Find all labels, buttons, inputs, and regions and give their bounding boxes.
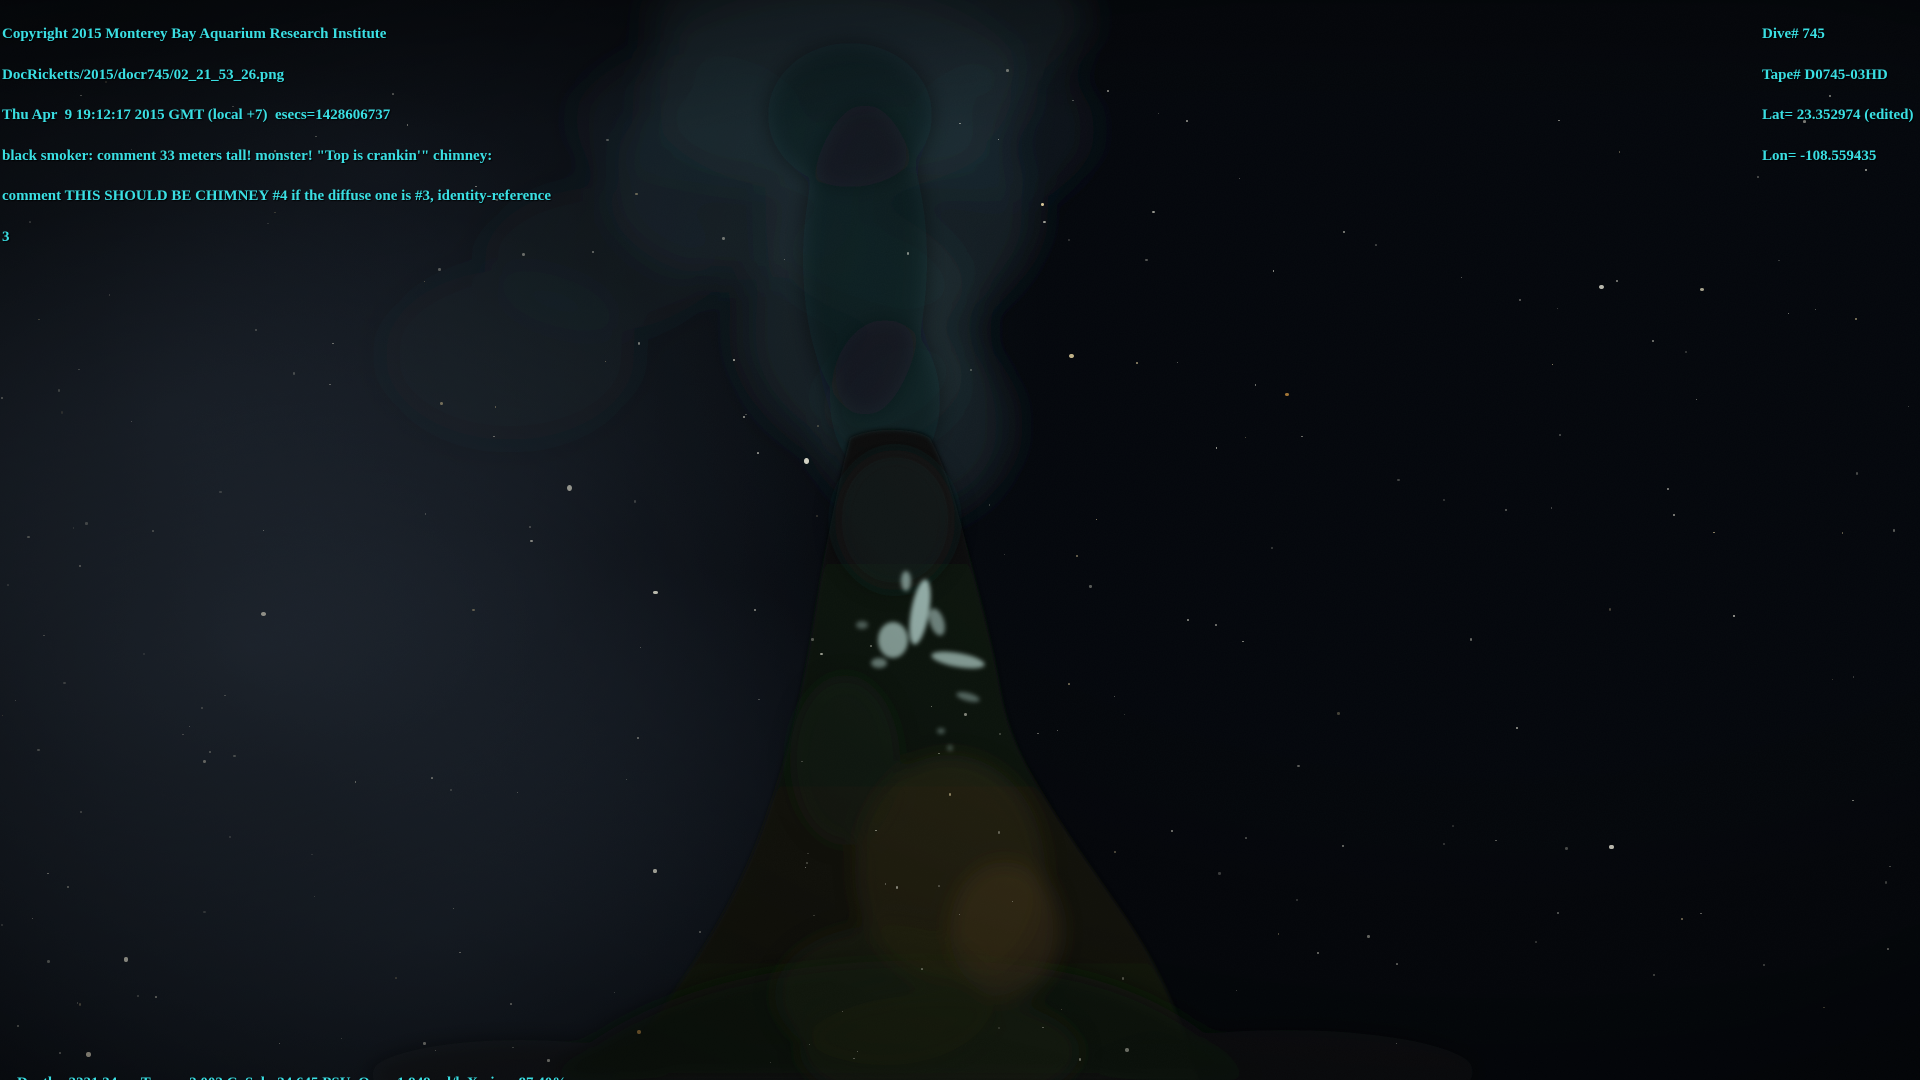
timestamp-line: Thu Apr 9 19:12:17 2015 GMT (local +7) e… [2,109,551,123]
copyright-line: Copyright 2015 Monterey Bay Aquarium Res… [2,28,551,42]
overlay-top-left: Copyright 2015 Monterey Bay Aquarium Res… [2,1,551,271]
rov-video-frame: Copyright 2015 Monterey Bay Aquarium Res… [0,0,1920,1080]
annotation-line-2: comment THIS SHOULD BE CHIMNEY #4 if the… [2,190,551,204]
telemetry-line: Depth= 2221.34 m Temp= 2.002 C Sal= 34.6… [17,1075,567,1080]
annotation-line-1: black smoker: comment 33 meters tall! mo… [2,150,551,164]
overlay-telemetry: Depth= 2221.34 m Temp= 2.002 C Sal= 34.6… [2,1063,567,1080]
longitude: Lon= -108.559435 [1762,150,1913,164]
file-path-line: DocRicketts/2015/docr745/02_21_53_26.png [2,69,551,83]
dive-number: Dive# 745 [1762,28,1913,42]
tape-id: Tape# D0745-03HD [1762,69,1913,83]
overlay-top-right: Dive# 745 Tape# D0745-03HD Lat= 23.35297… [1762,1,1913,190]
annotation-line-3: 3 [2,231,551,245]
latitude: Lat= 23.352974 (edited) [1762,109,1913,123]
